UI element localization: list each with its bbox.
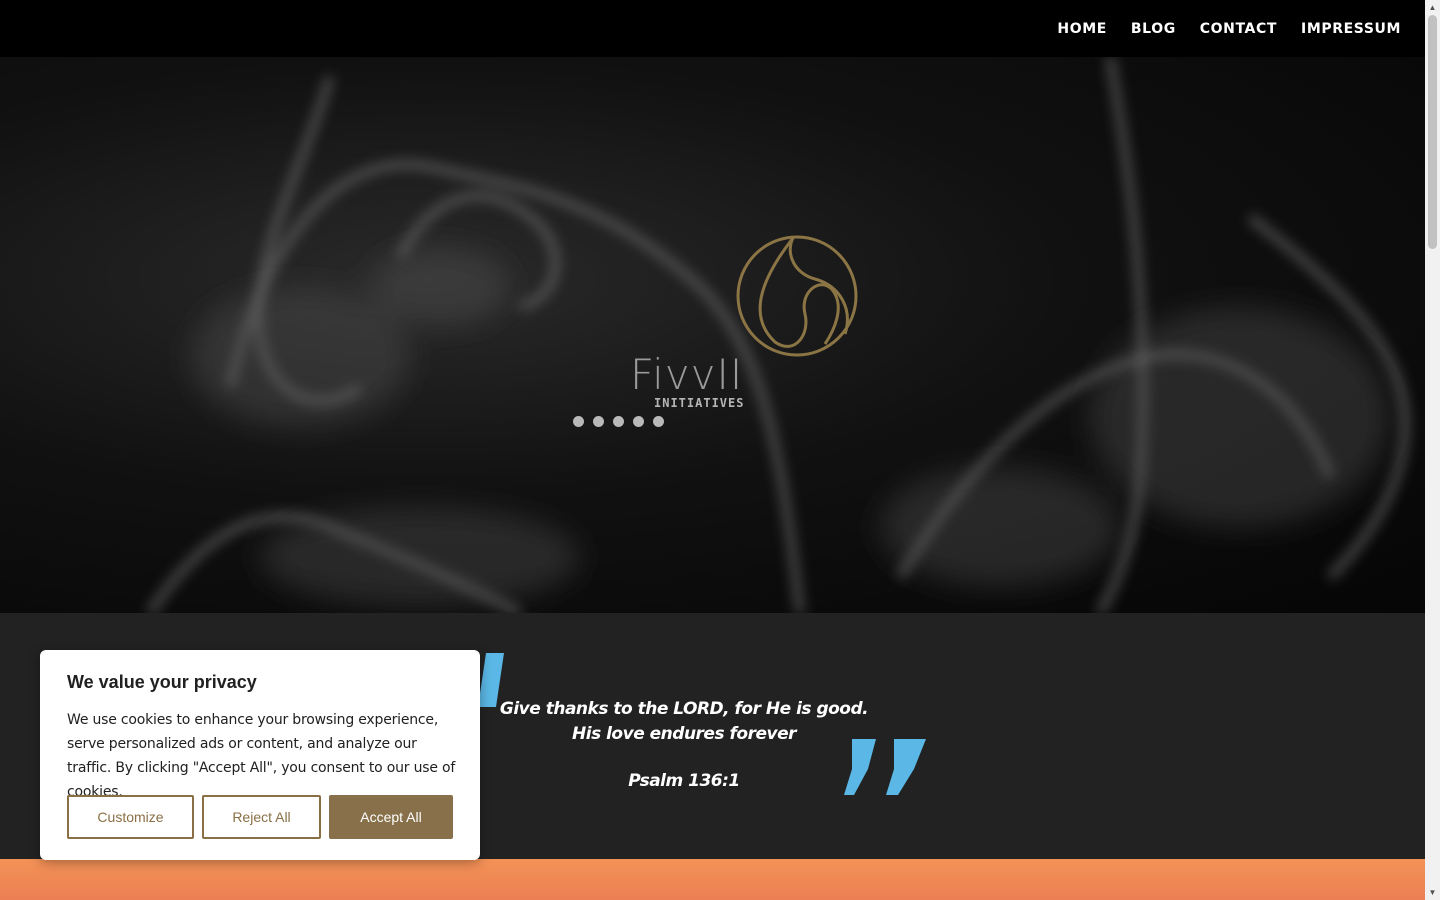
slider-dot-4[interactable]: [633, 416, 644, 427]
cookie-banner-body: We use cookies to enhance your browsing …: [67, 712, 456, 800]
logo-subtitle: INITIATIVES: [654, 396, 745, 410]
fivvii-logo: FivvII INITIATIVES: [620, 232, 870, 412]
nav-item-home[interactable]: HOME: [1057, 21, 1107, 37]
reject-all-button[interactable]: Reject All: [202, 795, 321, 839]
scroll-up-arrow-icon[interactable]: ▲: [1425, 0, 1440, 15]
quote-citation: Psalm 136:1: [628, 771, 740, 791]
nav-item-blog[interactable]: BLOG: [1131, 21, 1176, 37]
slider-dot-3[interactable]: [613, 416, 624, 427]
close-quote-icon: [844, 739, 926, 795]
logo-ring-icon: [736, 235, 858, 357]
page-scrollbar[interactable]: ▲ ▼: [1425, 0, 1440, 900]
nav-item-contact[interactable]: CONTACT: [1200, 21, 1277, 37]
cookie-consent-banner: We value your privacy We use cookies to …: [40, 650, 480, 860]
slider-dot-2[interactable]: [593, 416, 604, 427]
quote-line-1: Give thanks to the LORD, for He is good.: [499, 699, 869, 719]
slider-pagination: [573, 416, 664, 427]
top-navigation-bar: HOME BLOG CONTACT IMPRESSUM: [0, 0, 1425, 57]
slider-dot-1[interactable]: [573, 416, 584, 427]
quote-text: Give thanks to the LORD, for He is good.…: [484, 697, 884, 747]
cookie-banner-title: We value your privacy: [67, 672, 257, 692]
scroll-down-arrow-icon[interactable]: ▼: [1425, 885, 1440, 900]
orange-sunset-banner: [0, 859, 1425, 900]
accept-all-button[interactable]: Accept All: [329, 795, 453, 839]
customize-button[interactable]: Customize: [67, 795, 194, 839]
hero-slider: FivvII INITIATIVES: [0, 57, 1425, 613]
slider-dot-5[interactable]: [653, 416, 664, 427]
quote-line-2: His love endures forever: [572, 724, 796, 744]
main-nav: HOME BLOG CONTACT IMPRESSUM: [1057, 0, 1401, 57]
nav-item-impressum[interactable]: IMPRESSUM: [1301, 21, 1401, 37]
scroll-thumb[interactable]: [1428, 15, 1437, 249]
logo-name: FivvII: [630, 350, 744, 399]
